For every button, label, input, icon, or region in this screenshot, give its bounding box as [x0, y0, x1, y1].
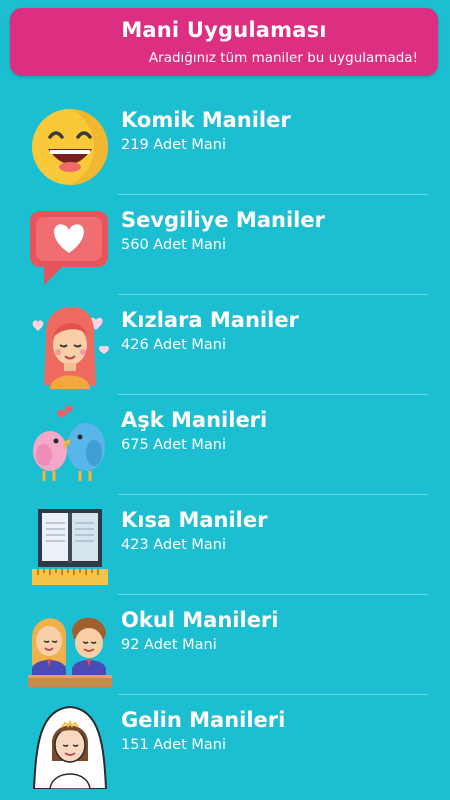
category-name: Gelin Manileri: [121, 708, 286, 732]
category-gelin-manileri[interactable]: Gelin Manileri 151 Adet Mani: [0, 695, 450, 795]
app-subtitle: Aradığınız tüm maniler bu uygulamada!: [148, 50, 418, 66]
category-count: 426 Adet Mani: [121, 337, 226, 353]
category-count: 151 Adet Mani: [121, 737, 226, 753]
category-ask-manileri[interactable]: Aşk Manileri 675 Adet Mani: [0, 395, 450, 495]
girl-icon: [32, 307, 109, 389]
category-name: Komik Maniler: [121, 108, 291, 132]
love-birds-icon: [33, 405, 105, 481]
category-sevgiliye-maniler[interactable]: Sevgiliye Maniler 560 Adet Mani: [0, 195, 450, 295]
students-icon: [28, 617, 112, 687]
category-name: Okul Manileri: [121, 608, 279, 632]
app-header: Mani Uygulaması Aradığınız tüm maniler b…: [10, 8, 438, 76]
category-name: Aşk Manileri: [121, 408, 268, 432]
app-title: Mani Uygulaması: [121, 18, 327, 42]
category-komik-maniler[interactable]: Komik Maniler 219 Adet Mani: [0, 95, 450, 195]
book-ruler-icon: [32, 509, 108, 585]
category-list: Komik Maniler 219 Adet Mani Sevgiliye Ma…: [0, 95, 450, 795]
category-count: 675 Adet Mani: [121, 437, 226, 453]
category-count: 560 Adet Mani: [121, 237, 226, 253]
category-kizlara-maniler[interactable]: Kızlara Maniler 426 Adet Mani: [0, 295, 450, 395]
category-okul-manileri[interactable]: Okul Manileri 92 Adet Mani: [0, 595, 450, 695]
category-name: Sevgiliye Maniler: [121, 208, 325, 232]
category-count: 92 Adet Mani: [121, 637, 217, 653]
category-name: Kısa Maniler: [121, 508, 268, 532]
heart-message-icon: [30, 211, 108, 285]
category-kisa-maniler[interactable]: Kısa Maniler 423 Adet Mani: [0, 495, 450, 595]
category-count: 423 Adet Mani: [121, 537, 226, 553]
category-count: 219 Adet Mani: [121, 137, 226, 153]
laughing-face-icon: [32, 109, 108, 185]
bride-icon: [32, 705, 108, 789]
category-name: Kızlara Maniler: [121, 308, 299, 332]
